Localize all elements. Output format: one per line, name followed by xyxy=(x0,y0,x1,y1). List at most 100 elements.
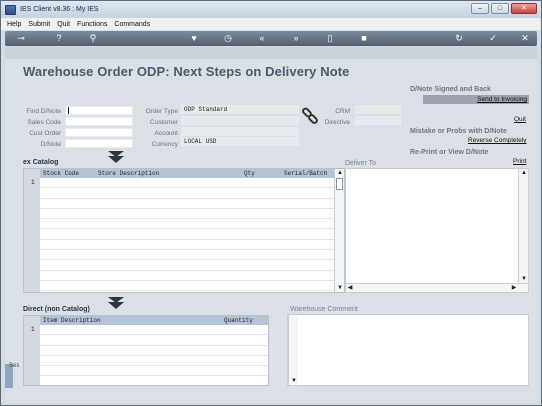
table-row[interactable] xyxy=(40,366,268,377)
customer-field[interactable] xyxy=(181,116,299,125)
scroll-left-icon[interactable]: ◀ xyxy=(346,284,354,292)
document-icon[interactable]: ▯ xyxy=(324,33,336,44)
currency-field[interactable]: LOCAL USD xyxy=(181,137,299,146)
deliver-to-scrollbar[interactable]: ▲ ▼ xyxy=(518,169,528,283)
fast-forward-icon[interactable]: » xyxy=(290,33,302,44)
row-gutter xyxy=(24,169,40,292)
table-row[interactable] xyxy=(40,356,268,367)
window-title: IES Client v8.36 : My IES xyxy=(20,6,99,13)
deliver-to-hscrollbar[interactable]: ◀ ▶ xyxy=(346,283,528,292)
scroll-right-icon[interactable]: ▶ xyxy=(510,284,518,292)
deliver-to-textarea[interactable]: ▲ ▼ ◀ ▶ xyxy=(345,168,529,293)
table-row[interactable] xyxy=(40,281,344,292)
table-row[interactable] xyxy=(40,325,268,336)
catalog-scrollbar[interactable]: ▲ ▼ xyxy=(334,169,344,292)
table-row[interactable] xyxy=(40,250,344,261)
currency-label: Currency xyxy=(151,141,178,148)
table-row[interactable] xyxy=(40,209,344,220)
key-icon[interactable]: ⊸ xyxy=(13,33,29,44)
catalog-grid[interactable]: Stock Code Store Description Qty Serial/… xyxy=(23,168,345,293)
scroll-down-icon[interactable]: ▼ xyxy=(290,377,298,385)
table-row[interactable] xyxy=(40,335,268,346)
table-row[interactable] xyxy=(40,271,344,281)
scroll-up-icon[interactable]: ▲ xyxy=(336,169,344,177)
quit-link[interactable]: Quit xyxy=(514,116,526,123)
header-strip xyxy=(5,47,537,59)
title-bar: IES Client v8.36 : My IES – □ ✕ xyxy=(1,1,541,18)
deliver-to-label: Deliver To xyxy=(345,160,376,167)
crm-label: CRM xyxy=(335,108,350,115)
reverse-completely-link[interactable]: Reverse Completely xyxy=(468,137,527,144)
menu-functions[interactable]: Functions xyxy=(77,21,107,28)
comment-scrollbar[interactable]: ▼ xyxy=(288,315,298,385)
mistake-heading: Mistake or Probs with D/Note xyxy=(410,128,507,135)
menu-help[interactable]: Help xyxy=(7,21,21,28)
table-row[interactable] xyxy=(40,188,344,199)
noncatalog-row-number: 1 xyxy=(31,326,35,333)
direct-noncatalog-title: Direct (non Catalog) xyxy=(23,306,90,313)
send-to-invoicing-button[interactable]: Send to Invoicing xyxy=(423,95,529,104)
warehouse-comment-textarea[interactable]: ▼ xyxy=(287,314,529,386)
chevron-down-icon[interactable] xyxy=(107,150,125,164)
scroll-up-icon[interactable]: ▲ xyxy=(520,169,528,177)
col-qty[interactable]: Qty xyxy=(244,170,255,177)
chevron-down-icon[interactable] xyxy=(107,296,125,310)
warehouse-comment-label: Warehouse Comment xyxy=(290,306,358,313)
table-row[interactable] xyxy=(40,260,344,271)
table-row[interactable] xyxy=(40,178,344,189)
help-icon[interactable]: ? xyxy=(53,33,65,44)
text-cursor xyxy=(68,107,69,114)
customer-label: Customer xyxy=(149,119,178,126)
search-icon[interactable]: ⚲ xyxy=(87,33,99,44)
scrollbar-thumb[interactable] xyxy=(336,178,343,190)
table-row[interactable] xyxy=(40,199,344,209)
col-serial-batch[interactable]: Serial/Batch xyxy=(284,170,327,177)
scroll-down-icon[interactable]: ▼ xyxy=(520,275,528,283)
minimize-button[interactable]: – xyxy=(471,3,489,14)
heart-icon[interactable]: ♥ xyxy=(188,33,200,44)
table-row[interactable] xyxy=(40,219,344,230)
table-row[interactable] xyxy=(40,346,268,356)
crm-field[interactable] xyxy=(355,105,401,114)
rewind-icon[interactable]: « xyxy=(256,33,268,44)
close-window-button[interactable]: ✕ xyxy=(511,3,537,14)
cust-order-label: Cust Order xyxy=(29,130,61,137)
toolbar: ⊸ ? ⚲ ♥ ◷ « » ▯ ■ ↻ ✓ ✕ xyxy=(5,31,537,46)
dnote-signed-heading: D/Note Signed and Back xyxy=(410,86,491,93)
col-store-description[interactable]: Store Description xyxy=(98,170,159,177)
col-stock-code[interactable]: Stock Code xyxy=(43,170,79,177)
noncatalog-grid[interactable]: Item Description Quantity 1 xyxy=(23,315,269,386)
print-link[interactable]: Print xyxy=(513,158,526,165)
catalog-row-number: 1 xyxy=(31,179,35,186)
close-icon[interactable]: ✕ xyxy=(519,33,531,44)
table-row[interactable] xyxy=(40,240,344,251)
side-tab-label: Ses xyxy=(9,363,20,369)
find-dnote-label: Find D/Note xyxy=(26,108,61,115)
menu-submit[interactable]: Submit xyxy=(28,21,50,28)
refresh-icon[interactable]: ↻ xyxy=(453,33,465,44)
ex-catalog-title: ex Catalog xyxy=(23,159,59,166)
order-type-field[interactable]: ODP Standard xyxy=(181,105,299,114)
checkmark-icon[interactable]: ✓ xyxy=(487,33,499,44)
account-field[interactable] xyxy=(181,127,299,136)
col-item-description[interactable]: Item Description xyxy=(43,317,101,324)
send-to-invoicing-label: Send to Invoicing xyxy=(477,96,527,103)
menu-quit[interactable]: Quit xyxy=(57,21,70,28)
noncatalog-grid-header: Item Description Quantity xyxy=(40,316,268,325)
catalog-grid-header: Stock Code Store Description Qty Serial/… xyxy=(40,169,344,178)
col-quantity[interactable]: Quantity xyxy=(224,317,253,324)
maximize-button[interactable]: □ xyxy=(491,3,509,14)
clock-icon[interactable]: ◷ xyxy=(222,33,234,44)
reprint-heading: Re-Print or View D/Note xyxy=(410,149,489,156)
directive-field[interactable] xyxy=(355,116,401,125)
square-icon[interactable]: ■ xyxy=(358,33,370,44)
app-icon xyxy=(5,4,16,15)
page-title: Warehouse Order ODP: Next Steps on Deliv… xyxy=(23,64,350,79)
menu-bar: Help Submit Quit Functions Commands xyxy=(1,18,541,30)
sales-code-label: Sales Code xyxy=(27,119,61,126)
application-window: IES Client v8.36 : My IES – □ ✕ Help Sub… xyxy=(0,0,542,406)
scroll-down-icon[interactable]: ▼ xyxy=(336,284,344,292)
table-row[interactable] xyxy=(40,230,344,240)
main-content: Warehouse Order ODP: Next Steps on Deliv… xyxy=(5,47,537,403)
menu-commands[interactable]: Commands xyxy=(114,21,150,28)
